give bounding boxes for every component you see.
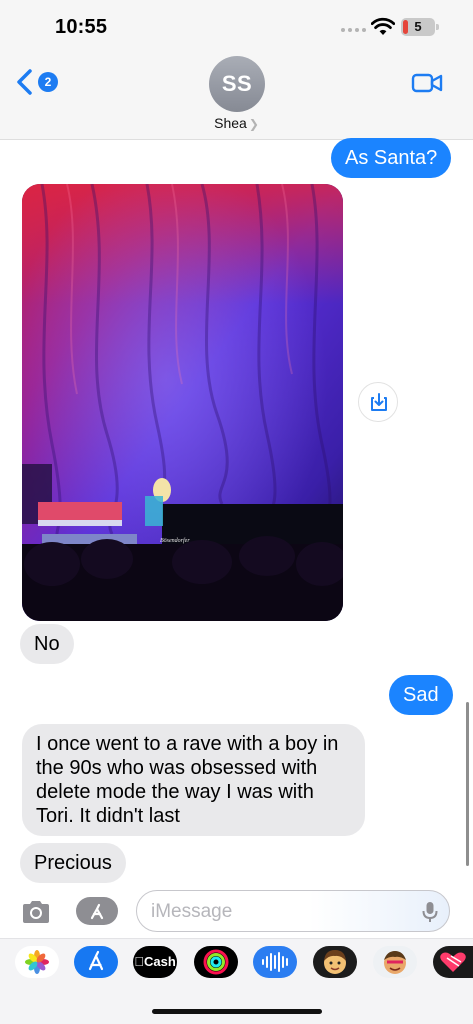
- camera-icon[interactable]: [20, 899, 52, 925]
- imessage-placeholder: iMessage: [151, 901, 233, 922]
- concert-photo-image: Bösendorfer: [22, 184, 343, 621]
- wifi-icon: [371, 17, 395, 35]
- save-photo-button[interactable]: [358, 382, 398, 422]
- memoji-stickers-icon[interactable]: [373, 946, 417, 978]
- contact-name: Shea: [214, 115, 247, 131]
- scrollbar[interactable]: [466, 702, 469, 866]
- apple-cash-label: Cash: [139, 954, 176, 969]
- message-line: I once went to a rave with a boy in: [36, 733, 339, 755]
- apps-icon: [90, 903, 104, 920]
- contact-avatar[interactable]: SS: [209, 56, 265, 112]
- chevron-left-icon: [17, 69, 32, 95]
- battery-tip: [436, 24, 439, 30]
- digital-touch-icon[interactable]: [433, 946, 473, 978]
- message-bubble-sent[interactable]: Sad: [389, 675, 453, 715]
- memoji-icon[interactable]: [313, 946, 357, 978]
- fitness-icon[interactable]: [194, 946, 238, 978]
- battery-level: 5: [414, 19, 422, 34]
- download-icon: [371, 393, 387, 411]
- message-photo[interactable]: Bösendorfer: [22, 184, 343, 621]
- imessage-input[interactable]: iMessage: [136, 890, 450, 932]
- back-button[interactable]: 2: [14, 68, 58, 96]
- contact-name-button[interactable]: Shea ❯: [0, 115, 473, 131]
- piano-brand-text: Bösendorfer: [160, 537, 190, 544]
- status-bar: 10:55 5: [0, 0, 473, 48]
- chevron-right-icon: ❯: [248, 117, 259, 131]
- message-line: the 90s who was obsessed with: [36, 757, 318, 779]
- apple-cash-icon[interactable]: Cash: [133, 946, 177, 978]
- message-bubble-received[interactable]: No: [20, 624, 74, 664]
- message-line: Tori. It didn't last: [36, 805, 180, 827]
- message-composer: iMessage: [0, 884, 473, 938]
- cellular-signal-icon: [341, 28, 366, 32]
- app-store-icon[interactable]: [74, 946, 118, 978]
- microphone-icon[interactable]: [421, 900, 439, 924]
- conversation-header: 2 SS Shea ❯: [0, 48, 473, 140]
- audio-message-icon[interactable]: [253, 946, 297, 978]
- apps-button[interactable]: [76, 897, 118, 925]
- home-indicator: [152, 1009, 322, 1014]
- message-line: delete mode the way I was with: [36, 781, 314, 803]
- message-bubble-received[interactable]: I once went to a rave with a boy in the …: [22, 724, 365, 836]
- battery-icon: 5: [401, 18, 435, 36]
- status-time: 10:55: [55, 16, 108, 38]
- message-bubble-received[interactable]: Precious: [20, 843, 126, 883]
- unread-badge: 2: [38, 72, 58, 92]
- message-bubble-sent[interactable]: As Santa?: [331, 138, 452, 178]
- photos-icon[interactable]: [15, 946, 59, 978]
- video-camera-icon[interactable]: [411, 72, 443, 94]
- app-drawer: Cash: [0, 938, 473, 1024]
